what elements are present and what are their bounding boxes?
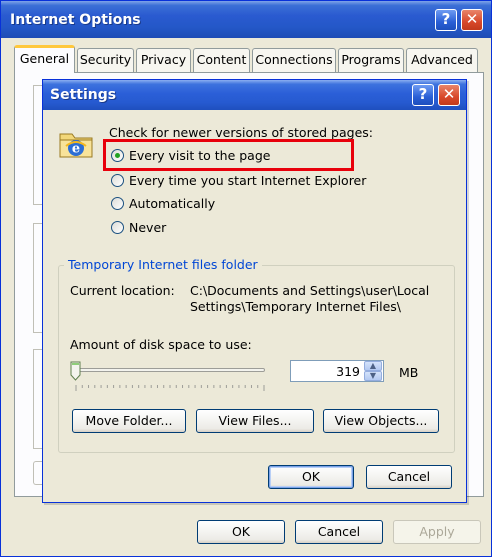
temp-files-group-title: Temporary Internet files folder (64, 257, 262, 272)
current-location-label: Current location: (70, 283, 175, 298)
disk-space-slider-track[interactable] (75, 368, 265, 372)
ok-button[interactable]: OK (197, 520, 285, 544)
dialog-close-button[interactable]: ✕ (438, 84, 460, 106)
disk-space-label: Amount of disk space to use: (70, 337, 252, 352)
tab-privacy[interactable]: Privacy (136, 48, 191, 72)
disk-space-spinner[interactable]: ▲ ▼ (364, 361, 382, 381)
close-button[interactable]: ✕ (461, 9, 483, 31)
current-location-path-line2: Settings\Temporary Internet Files\ (190, 299, 401, 314)
dialog-title: Settings (50, 87, 117, 103)
current-location-path-line1: C:\Documents and Settings\user\Local (190, 283, 430, 298)
apply-button[interactable]: Apply (393, 520, 481, 544)
dialog-cancel-button[interactable]: Cancel (366, 465, 452, 489)
tab-general[interactable]: General (14, 45, 75, 73)
radio-every-start[interactable] (111, 174, 124, 187)
settings-dialog: Settings ? ✕ e Check for newer versions … (42, 79, 467, 503)
view-objects-button[interactable]: View Objects... (323, 409, 439, 433)
radio-automatically[interactable] (111, 197, 124, 210)
svg-text:e: e (72, 142, 80, 157)
selection-highlight-box (103, 139, 354, 171)
tab-connections[interactable]: Connections (252, 48, 336, 72)
internet-options-titlebar[interactable]: Internet Options ? ✕ (1, 1, 491, 38)
settings-titlebar[interactable]: Settings ? ✕ (43, 80, 466, 110)
dialog-help-button[interactable]: ? (412, 84, 434, 106)
spin-down-arrow-icon[interactable]: ▼ (364, 371, 382, 381)
disk-space-slider-thumb[interactable] (70, 361, 81, 381)
tab-content[interactable]: Content (193, 48, 250, 72)
radio-automatically-label[interactable]: Automatically (129, 196, 215, 211)
tab-programs[interactable]: Programs (338, 48, 404, 72)
move-folder-button[interactable]: Move Folder... (72, 409, 186, 433)
spin-up-arrow-icon[interactable]: ▲ (364, 361, 382, 371)
tab-advanced[interactable]: Advanced (406, 48, 478, 72)
help-button[interactable]: ? (435, 9, 457, 31)
disk-space-unit: MB (399, 365, 419, 380)
tab-security[interactable]: Security (77, 48, 134, 72)
cancel-button[interactable]: Cancel (295, 520, 383, 544)
ie-folder-icon: e (59, 133, 93, 158)
view-files-button[interactable]: View Files... (196, 409, 314, 433)
radio-never[interactable] (111, 221, 124, 234)
window-title: Internet Options (10, 12, 141, 28)
radio-never-label[interactable]: Never (129, 220, 166, 235)
slider-ticks (75, 385, 265, 391)
radio-every-start-label[interactable]: Every time you start Internet Explorer (129, 173, 366, 188)
check-newer-label: Check for newer versions of stored pages… (109, 125, 373, 140)
dialog-ok-button[interactable]: OK (268, 465, 354, 489)
